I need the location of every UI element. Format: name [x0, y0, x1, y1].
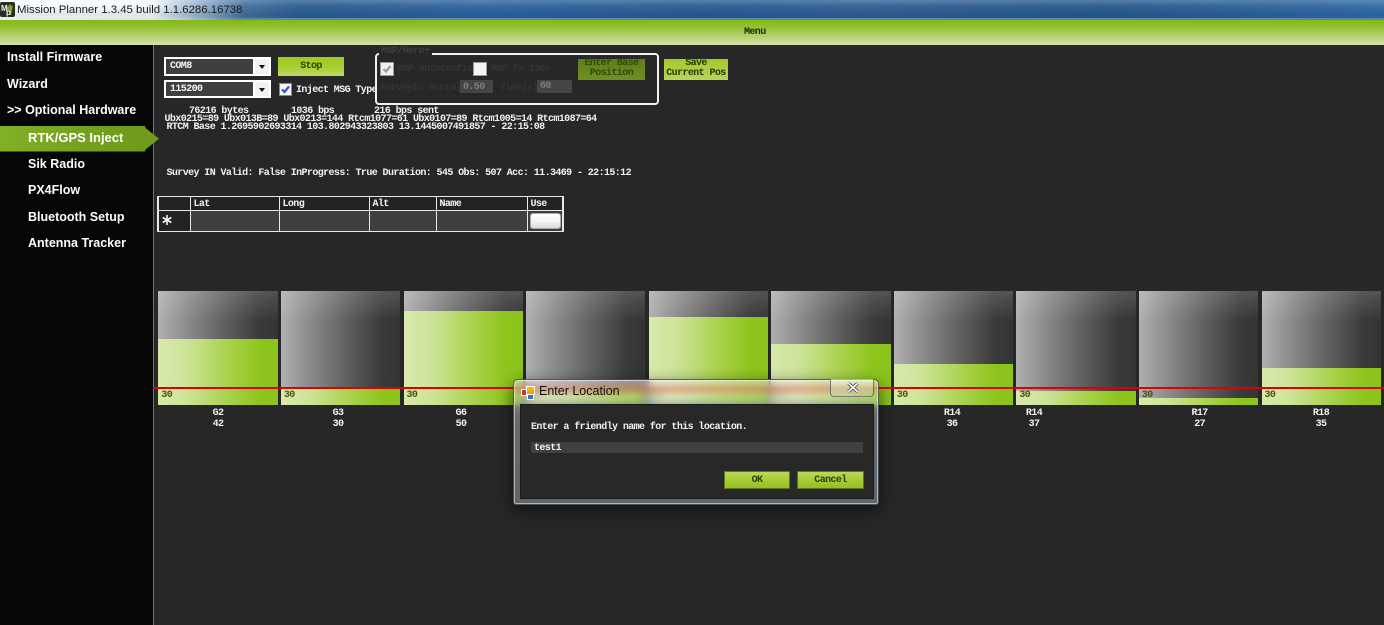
- svg-text:p: p: [6, 8, 11, 17]
